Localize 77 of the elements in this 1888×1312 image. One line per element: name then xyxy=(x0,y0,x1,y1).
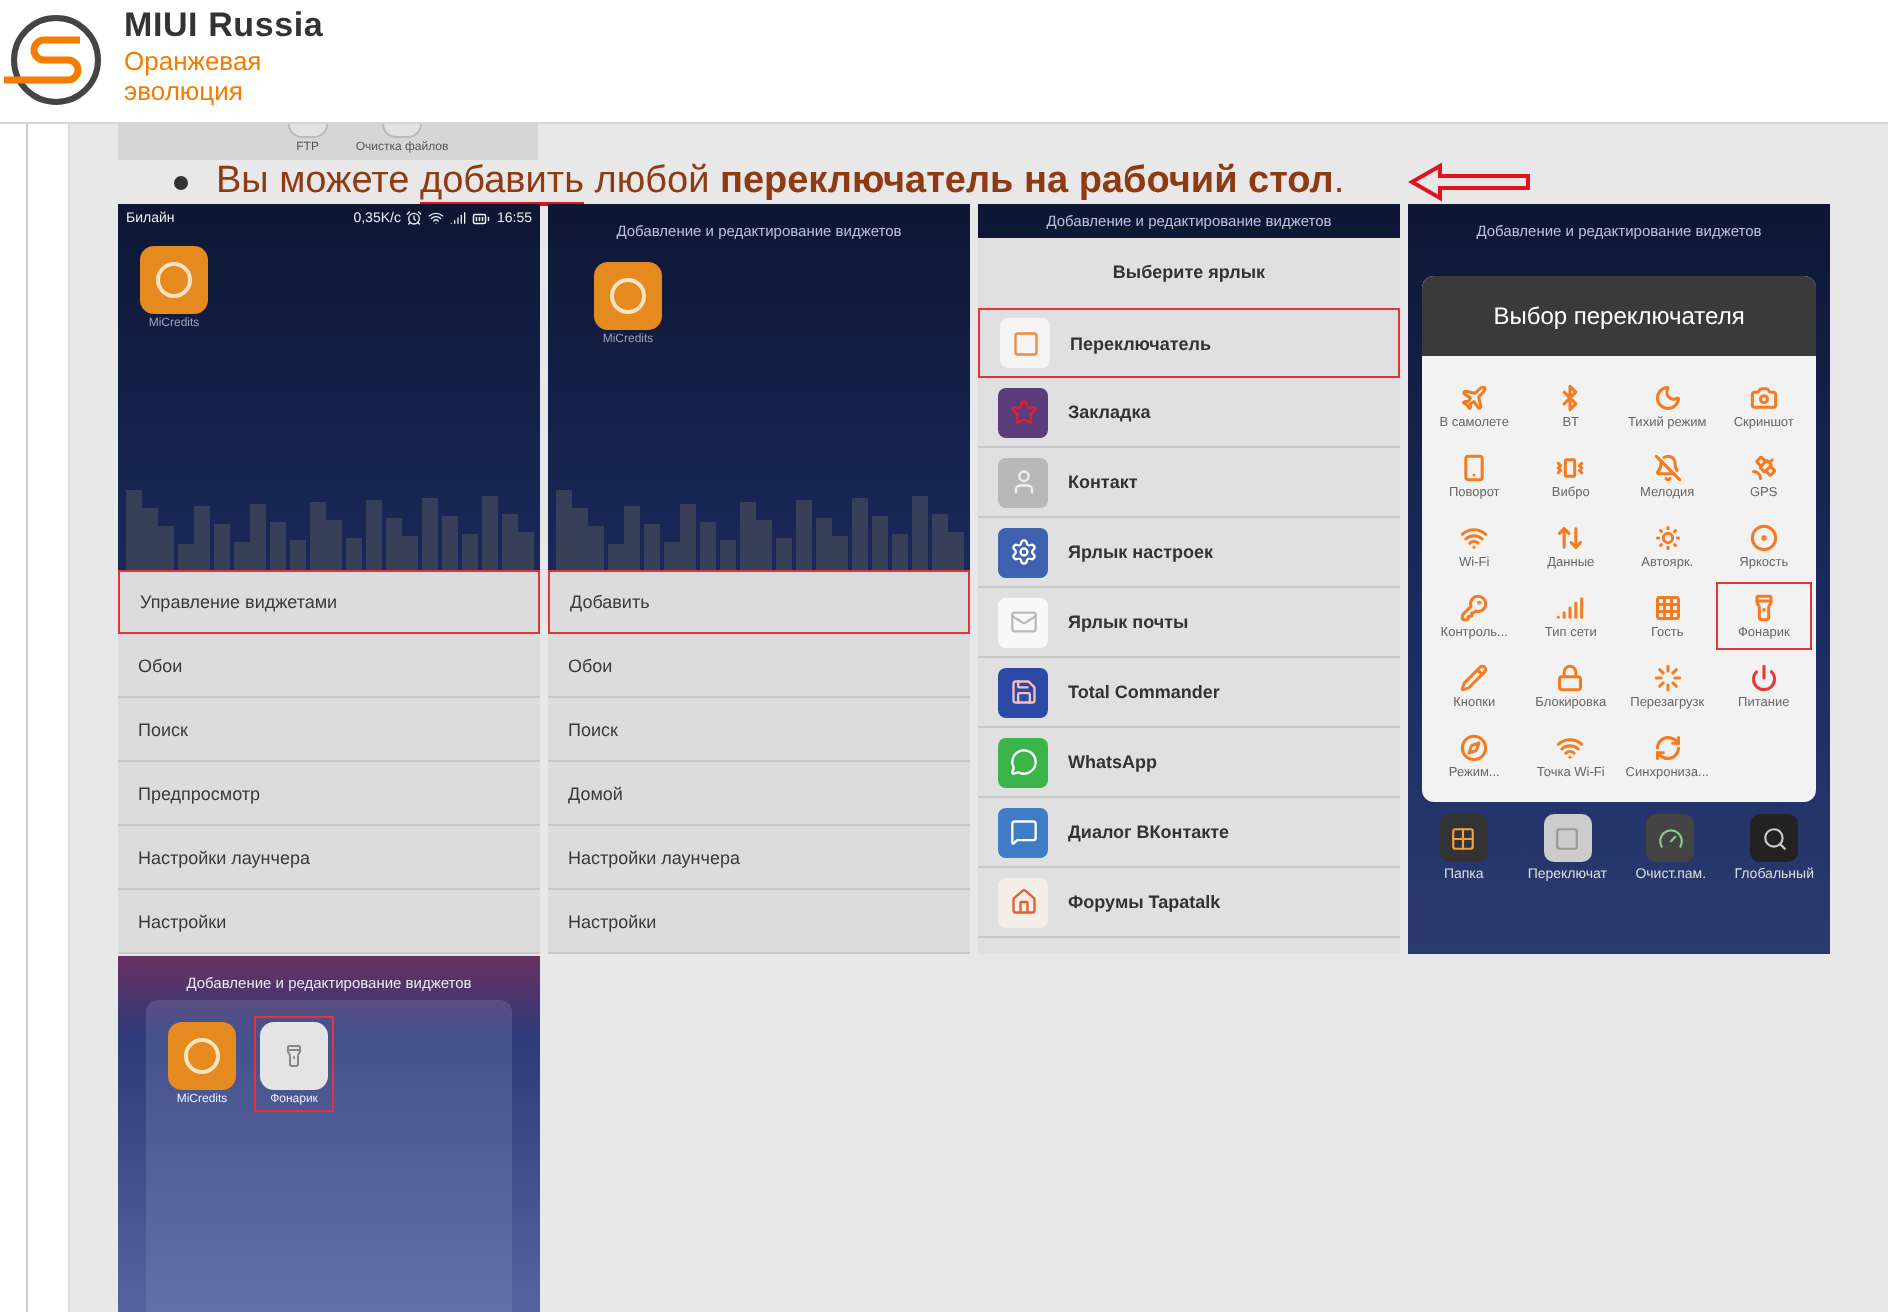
flashlight-app-icon xyxy=(260,1022,328,1090)
shortcut-label: Ярлык настроек xyxy=(1068,542,1214,562)
person-icon xyxy=(998,457,1048,507)
menu-item[interactable]: Настройки лаунчера xyxy=(548,826,970,890)
battery-icon xyxy=(472,209,491,227)
app-icon xyxy=(594,262,662,330)
key-icon xyxy=(1460,593,1489,621)
loader-icon xyxy=(1653,663,1682,691)
arrow-left-icon xyxy=(1408,162,1533,202)
sun-icon xyxy=(1653,523,1682,551)
wifi-icon xyxy=(428,210,445,226)
shortcut-label: Форумы Tapatalk xyxy=(1068,892,1221,912)
chat-icon xyxy=(998,737,1048,787)
bell-off-icon xyxy=(1653,453,1682,481)
plane-icon xyxy=(1460,383,1489,411)
shortcut-item[interactable]: Total Commander xyxy=(978,658,1400,728)
shortcut-label: Диалог ВКонтакте xyxy=(1068,822,1230,842)
house-icon xyxy=(998,877,1048,927)
arrows-icon xyxy=(1556,523,1585,551)
menu-item[interactable]: Настройки xyxy=(548,890,970,954)
square-icon xyxy=(1000,318,1050,368)
shortcut-item[interactable]: WhatsApp xyxy=(978,728,1400,798)
site-tagline: Оранжевая эволюция xyxy=(124,45,264,105)
floppy-icon xyxy=(998,667,1048,717)
app-icon xyxy=(140,246,208,314)
signal-icon xyxy=(450,210,467,226)
alarm-icon xyxy=(406,210,423,226)
pencil-icon xyxy=(1460,663,1489,691)
menu-item[interactable]: Поиск xyxy=(118,698,540,762)
signal-icon xyxy=(1556,593,1585,621)
menu-item[interactable]: Добавить xyxy=(548,570,970,634)
compass-icon xyxy=(1460,733,1489,761)
wifi-icon xyxy=(1556,733,1585,761)
vibrate-icon xyxy=(1556,453,1585,481)
shortcut-item[interactable]: Диалог ВКонтакте xyxy=(978,798,1400,868)
satellite-icon xyxy=(1749,453,1778,481)
gauge-icon[interactable] xyxy=(1646,814,1695,862)
shortcut-label: Переключатель xyxy=(1070,333,1212,353)
shortcut-label: Закладка xyxy=(1068,402,1151,422)
shortcut-label: Total Commander xyxy=(1068,682,1220,702)
shortcut-label: Ярлык почты xyxy=(1068,612,1189,632)
flashlight-icon xyxy=(1749,593,1778,621)
chat-icon xyxy=(998,807,1048,857)
grid-icon xyxy=(1653,593,1682,621)
search-icon[interactable] xyxy=(1750,814,1799,862)
settings-icon xyxy=(998,527,1048,577)
menu-item[interactable]: Поиск xyxy=(548,698,970,762)
lock-icon xyxy=(1556,663,1585,691)
moon-icon xyxy=(1653,383,1682,411)
dialog-title: Выбор переключателя xyxy=(1422,276,1816,356)
bullet-dot xyxy=(174,175,188,189)
menu-item[interactable]: Настройки xyxy=(118,890,540,954)
shortcut-label: WhatsApp xyxy=(1068,752,1157,772)
site-name: MIUI Russia xyxy=(124,5,324,45)
mail-icon xyxy=(998,597,1048,647)
menu-item[interactable]: Обои xyxy=(548,634,970,698)
menu-item[interactable]: Управление виджетами xyxy=(118,570,540,634)
shortcut-item[interactable]: Форумы Tapatalk xyxy=(978,868,1400,938)
shortcut-item[interactable]: Контакт xyxy=(978,448,1400,518)
menu-item[interactable]: Обои xyxy=(118,634,540,698)
shortcut-item[interactable]: Ярлык почты xyxy=(978,588,1400,658)
camera-icon xyxy=(1749,383,1778,411)
power-icon xyxy=(1749,663,1778,691)
shortcut-item[interactable]: Переключатель xyxy=(978,308,1400,378)
menu-item[interactable]: Настройки лаунчера xyxy=(118,826,540,890)
shortcut-item[interactable]: Закладка xyxy=(978,378,1400,448)
menu-item[interactable]: Предпросмотр xyxy=(118,762,540,826)
dialog-title: Выберите ярлык xyxy=(1110,260,1268,286)
app-icon xyxy=(168,1022,236,1090)
shortcut-item[interactable]: Ярлык настроек xyxy=(978,518,1400,588)
shortcut-label: Контакт xyxy=(1068,472,1138,492)
phone-icon xyxy=(1460,453,1489,481)
refresh-icon xyxy=(1653,733,1682,761)
wifi-icon xyxy=(1460,523,1489,551)
menu-item[interactable]: Домой xyxy=(548,762,970,826)
bookmark-icon xyxy=(998,387,1048,437)
target-icon xyxy=(1749,523,1778,551)
